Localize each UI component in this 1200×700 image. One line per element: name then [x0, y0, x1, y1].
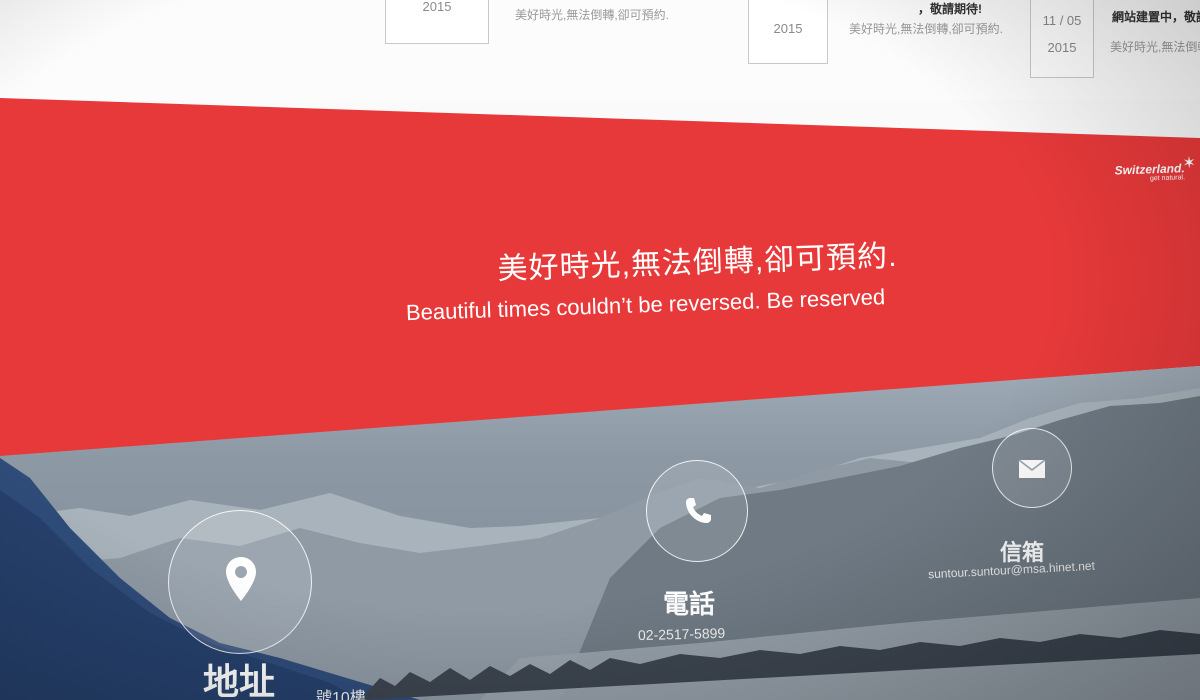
- page: 2015 美好時光,無法倒轉,卻可預約. 2015 ，敬請期待! 美好時光,無法…: [0, 0, 1200, 700]
- star-icon: ✶: [1182, 154, 1197, 173]
- news-date-year: 2015: [773, 21, 803, 36]
- map-pin-icon: [226, 557, 256, 601]
- news-date-box: 2015: [748, 0, 828, 64]
- news-strip: 2015 美好時光,無法倒轉,卻可預約. 2015 ，敬請期待! 美好時光,無法…: [0, 0, 1200, 100]
- news-title[interactable]: ，敬請期待!: [918, 0, 982, 17]
- phone-circle[interactable]: [646, 460, 748, 562]
- address-circle[interactable]: [168, 510, 312, 654]
- news-date-main: 11 / 05: [1042, 13, 1082, 28]
- address-value[interactable]: …號10樓: [300, 684, 366, 700]
- phone-label: 電話: [663, 589, 716, 619]
- envelope-icon: [1018, 459, 1046, 478]
- address-label: 地址: [203, 661, 276, 700]
- email-circle[interactable]: [992, 428, 1072, 508]
- slogan-english: Beautiful times couldn’t be reversed. Be…: [405, 284, 886, 326]
- switzerland-logo[interactable]: Switzerland. get natural. ✶: [1114, 155, 1196, 183]
- phone-value[interactable]: 02-2517-5899: [638, 625, 726, 643]
- news-date-box: 2015: [385, 0, 489, 44]
- slogan-chinese: 美好時光,無法倒轉,卻可預約.: [497, 239, 898, 287]
- news-date-box: 11 / 05 2015: [1030, 0, 1094, 78]
- phone-icon: [686, 498, 711, 523]
- news-date-year: 2015: [422, 0, 452, 14]
- news-date-year: 2015: [1047, 40, 1077, 55]
- news-description[interactable]: 美好時光,無法倒轉,卻可預約.: [1110, 38, 1200, 55]
- news-description[interactable]: 美好時光,無法倒轉,卻可預約.: [849, 20, 1003, 37]
- news-description[interactable]: 美好時光,無法倒轉,卻可預約.: [515, 6, 669, 23]
- news-title[interactable]: 網站建置中，敬請期待!: [1112, 8, 1200, 25]
